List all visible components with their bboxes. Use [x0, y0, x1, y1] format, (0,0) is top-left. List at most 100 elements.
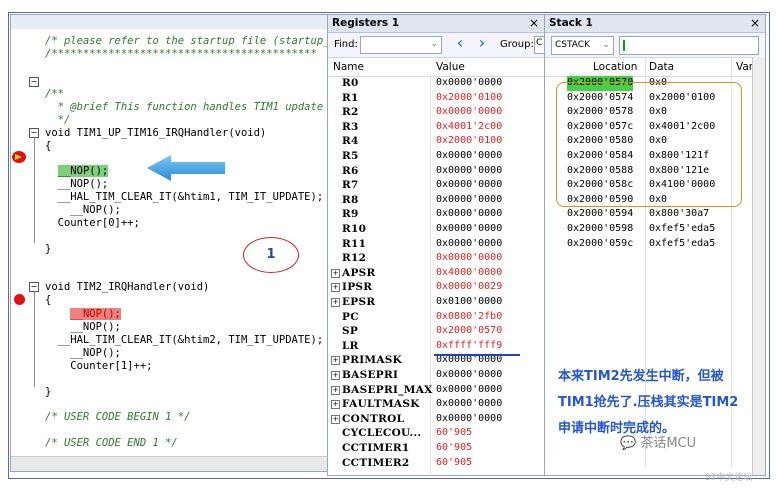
register-row[interactable]: + BASEPRI_MAX 0x0000'0000	[328, 383, 544, 398]
previous-arrow-icon[interactable]: ‹	[452, 35, 468, 52]
chevron-down-icon[interactable]: ⌄	[430, 39, 438, 49]
register-value[interactable]: 0x0100'0000	[436, 295, 502, 310]
code-editor-pane[interactable]: /* please refer to the startup file (sta…	[10, 14, 328, 472]
expand-icon[interactable]: +	[331, 414, 340, 424]
column-location-header[interactable]: Location	[593, 61, 637, 73]
register-value[interactable]: 0x4001'2c00	[436, 120, 502, 135]
code-line[interactable]: __HAL_TIM_CLEAR_IT(&htim2, TIM_IT_UPDATE…	[45, 334, 324, 347]
registers-pane[interactable]: Registers 1 × Find: ⌄ ‹ › Group: C Name …	[327, 14, 545, 476]
code-line[interactable]: /* please refer to the startup file (sta…	[45, 35, 327, 48]
next-arrow-icon[interactable]: ›	[474, 35, 490, 52]
register-row[interactable]: CCTIMER1 60'905	[328, 441, 544, 456]
breakpoint-icon[interactable]	[14, 294, 25, 305]
register-row[interactable]: R4 0x2000'0100	[328, 134, 544, 149]
register-value[interactable]: 0x0000'0000	[436, 368, 502, 383]
register-row[interactable]: R2 0x0000'0000	[328, 105, 544, 120]
register-row[interactable]: SP 0x2000'0570	[328, 324, 544, 339]
breakpoint-current-statement-icon[interactable]	[12, 151, 26, 163]
register-row[interactable]: R5 0x0000'0000	[328, 149, 544, 164]
close-icon[interactable]: ×	[529, 15, 539, 32]
code-line[interactable]: * @brief This function handles TIM1 upda…	[45, 101, 327, 114]
stack-row[interactable]: 0x2000'059c 0xfef5'eda5	[545, 237, 755, 252]
code-line[interactable]: }	[45, 243, 51, 256]
stack-selector-dropdown[interactable]: CSTACK ⌄	[551, 36, 614, 55]
register-value[interactable]: 0x0000'0000	[436, 76, 502, 91]
register-value[interactable]: 0x0000'0000	[436, 207, 502, 222]
register-row[interactable]: + CONTROL 0x0000'0000	[328, 412, 544, 427]
expand-icon[interactable]: +	[331, 371, 340, 380]
register-value[interactable]: 60'905	[436, 426, 472, 441]
register-row[interactable]: R7 0x0000'0000	[328, 178, 544, 193]
register-row[interactable]: R3 0x4001'2c00	[328, 120, 544, 135]
column-data-header[interactable]: Data	[649, 61, 674, 73]
editor-horizontal-scrollbar[interactable]	[11, 456, 327, 471]
column-name-header[interactable]: Name	[333, 61, 364, 73]
register-value[interactable]: 0x0000'0000	[436, 105, 502, 120]
code-line[interactable]: /***************************************…	[45, 48, 317, 61]
code-line[interactable]: __NOP();	[45, 347, 121, 360]
register-value[interactable]: 0x4000'0000	[436, 266, 502, 281]
register-value[interactable]: 60'905	[436, 441, 472, 456]
register-row[interactable]: + BASEPRI 0x0000'0000	[328, 368, 544, 383]
register-row[interactable]: R12 0x0000'0000	[328, 251, 544, 266]
code-line[interactable]: /**	[45, 88, 64, 101]
code-line[interactable]: }	[45, 386, 51, 399]
register-value[interactable]: 0x0000'0000	[436, 412, 502, 427]
code-line[interactable]: __NOP();	[45, 308, 121, 321]
register-value[interactable]: 0x2000'0100	[436, 134, 502, 149]
code-line[interactable]: /* USER CODE BEGIN 1 */	[45, 411, 190, 424]
register-row[interactable]: R8 0x0000'0000	[328, 193, 544, 208]
expand-icon[interactable]: +	[331, 268, 340, 278]
expand-icon[interactable]: +	[331, 385, 340, 395]
code-line[interactable]: void TIM2_IRQHandler(void)	[45, 281, 209, 294]
code-line[interactable]: {	[45, 140, 51, 153]
register-row[interactable]: R0 0x0000'0000	[328, 76, 544, 91]
chevron-down-icon[interactable]: ⌄	[602, 37, 610, 54]
register-value[interactable]: 60'905	[436, 456, 472, 471]
expand-icon[interactable]: +	[331, 400, 340, 410]
register-row[interactable]: + EPSR 0x0100'0000	[328, 295, 544, 310]
register-value[interactable]: 0x0000'0000	[436, 222, 502, 237]
code-line[interactable]: */	[45, 114, 71, 127]
register-value[interactable]: 0x2000'0100	[436, 91, 502, 106]
register-value[interactable]: 0xffff'fff9	[436, 339, 502, 354]
register-value[interactable]: 0x2000'0570	[436, 324, 502, 339]
close-icon[interactable]: ×	[750, 15, 760, 32]
column-value-header[interactable]: Value	[436, 61, 465, 73]
code-line[interactable]: __NOP();	[45, 178, 109, 191]
expand-icon[interactable]: +	[331, 298, 340, 307]
code-line[interactable]: {	[45, 294, 51, 307]
register-value[interactable]: 0x0000'0000	[436, 383, 502, 398]
register-row[interactable]: LR 0xffff'fff9	[328, 339, 544, 354]
register-row[interactable]: R1 0x2000'0100	[328, 91, 544, 106]
code-line[interactable]: Counter[0]++;	[45, 217, 140, 230]
register-value[interactable]: 0x0800'2fb0	[436, 310, 502, 325]
code-line[interactable]: __NOP();	[45, 165, 109, 178]
register-row[interactable]: R6 0x0000'0000	[328, 164, 544, 179]
register-value[interactable]: 0x0000'0000	[436, 251, 502, 266]
code-line[interactable]: Counter[1]++;	[45, 360, 152, 373]
find-input[interactable]: ⌄	[360, 36, 442, 54]
expand-icon[interactable]: +	[331, 283, 340, 293]
expand-icon[interactable]: +	[331, 356, 340, 366]
register-row[interactable]: CCTIMER2 60'905	[328, 456, 544, 471]
code-line[interactable]: __NOP();	[45, 321, 121, 334]
register-value[interactable]: 0x0000'0000	[436, 164, 502, 179]
stack-row[interactable]: 0x2000'0594 0x800'30a7	[545, 207, 755, 222]
register-row[interactable]: R10 0x0000'0000	[328, 222, 544, 237]
register-row[interactable]: + APSR 0x4000'0000	[328, 266, 544, 281]
register-value[interactable]: 0x0000'0000	[436, 178, 502, 193]
register-value[interactable]: 0x0000'0000	[436, 193, 502, 208]
code-line[interactable]: __HAL_TIM_CLEAR_IT(&htim1, TIM_IT_UPDATE…	[45, 191, 324, 204]
code-line[interactable]: void TIM1_UP_TIM16_IRQHandler(void)	[45, 127, 266, 140]
register-row[interactable]: CYCLECOU... 60'905	[328, 426, 544, 441]
register-value[interactable]: 0x0000'0000	[436, 237, 502, 252]
code-line[interactable]: /* USER CODE END 1 */	[45, 437, 178, 450]
register-row[interactable]: + IPSR 0x0000'0029	[328, 280, 544, 295]
register-row[interactable]: R11 0x0000'0000	[328, 237, 544, 252]
register-row[interactable]: R9 0x0000'0000	[328, 207, 544, 222]
register-value[interactable]: 0x0000'0029	[436, 280, 502, 295]
fold-toggle-icon[interactable]: −	[29, 77, 39, 87]
register-value[interactable]: 0x0000'0000	[436, 149, 502, 164]
register-row[interactable]: PC 0x0800'2fb0	[328, 310, 544, 325]
